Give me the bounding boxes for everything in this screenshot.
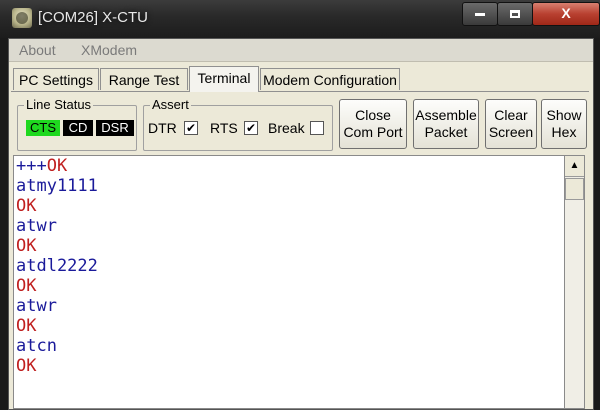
- tab-range-test[interactable]: Range Test: [100, 68, 188, 90]
- dtr-checkbox[interactable]: ✔: [184, 121, 198, 135]
- scroll-up-icon[interactable]: ▲: [565, 156, 584, 177]
- tab-terminal[interactable]: Terminal: [189, 66, 259, 92]
- close-com-port-button[interactable]: Close Com Port: [339, 99, 407, 149]
- close-com-port-line1: Close: [355, 107, 391, 123]
- break-label: Break: [268, 120, 305, 136]
- assemble-packet-button[interactable]: Assemble Packet: [413, 99, 479, 149]
- dtr-label: DTR: [148, 120, 177, 136]
- line-status-label: Line Status: [24, 97, 94, 112]
- window-title: [COM26] X-CTU: [38, 9, 149, 26]
- minimize-button[interactable]: [462, 2, 498, 26]
- assert-group: Assert DTR ✔ RTS ✔ Break: [143, 97, 333, 151]
- assert-label: Assert: [150, 97, 191, 112]
- rts-checkbox[interactable]: ✔: [244, 121, 258, 135]
- client-area: About XModem PC Settings Range Test Term…: [8, 38, 594, 410]
- terminal-line: atcn: [16, 336, 57, 356]
- terminal-line: atmy1111: [16, 176, 98, 196]
- maximize-button[interactable]: [497, 2, 533, 26]
- title-bar[interactable]: [COM26] X-CTU X: [0, 0, 600, 38]
- show-hex-line2: Hex: [551, 124, 577, 140]
- tab-modem-configuration[interactable]: Modem Configuration: [260, 68, 400, 90]
- rts-label: RTS: [210, 120, 238, 136]
- cd-indicator: CD: [63, 120, 93, 136]
- break-checkbox[interactable]: [310, 121, 324, 135]
- clear-screen-line2: Screen: [488, 124, 534, 140]
- terminal-line: OK: [16, 236, 37, 256]
- tab-panel-border: [11, 91, 589, 92]
- clear-screen-line1: Clear: [494, 107, 528, 123]
- menu-bar: About XModem: [9, 39, 593, 62]
- cts-indicator: CTS: [26, 120, 60, 136]
- assemble-packet-line1: Assemble: [415, 107, 477, 123]
- menu-xmodem[interactable]: XModem: [81, 42, 137, 58]
- terminal-line: OK: [16, 276, 37, 296]
- terminal-line-suffix: OK: [46, 156, 68, 176]
- terminal-line: atwr: [16, 216, 57, 236]
- scroll-thumb[interactable]: [565, 178, 584, 200]
- line-status-group: Line Status CTS CD DSR: [17, 97, 137, 151]
- show-hex-button[interactable]: Show Hex: [541, 99, 587, 149]
- terminal-line: +++OK: [16, 156, 67, 176]
- terminal-line: OK: [16, 316, 37, 336]
- clear-screen-button[interactable]: Clear Screen: [485, 99, 537, 149]
- terminal-line: OK: [16, 356, 37, 376]
- close-button[interactable]: X: [532, 2, 600, 26]
- show-hex-line1: Show: [546, 107, 582, 123]
- app-icon: [12, 8, 32, 28]
- close-icon: X: [561, 5, 571, 21]
- close-com-port-line2: Com Port: [343, 124, 403, 140]
- tab-pc-settings[interactable]: PC Settings: [13, 68, 99, 90]
- terminal-output[interactable]: +++OK atmy1111 OK atwr OK atdl2222 OK at…: [13, 155, 565, 409]
- menu-about[interactable]: About: [19, 42, 56, 58]
- maximize-icon: [510, 10, 520, 19]
- assemble-packet-line2: Packet: [424, 124, 468, 140]
- terminal-line: atdl2222: [16, 256, 98, 276]
- dsr-indicator: DSR: [96, 120, 134, 136]
- terminal-line: OK: [16, 196, 37, 216]
- terminal-line-text: +++: [16, 156, 47, 176]
- minimize-icon: [475, 12, 485, 16]
- terminal-line: atwr: [16, 296, 57, 316]
- terminal-scrollbar[interactable]: ▲: [565, 155, 585, 409]
